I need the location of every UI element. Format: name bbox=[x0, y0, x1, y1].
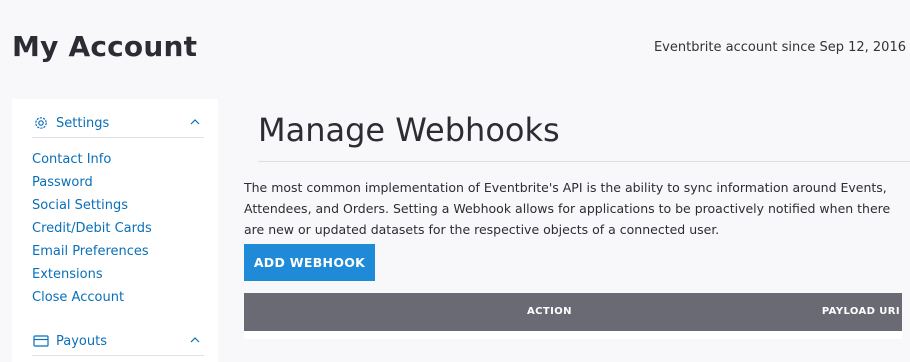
section-title: Manage Webhooks bbox=[258, 111, 560, 149]
gear-icon bbox=[32, 114, 50, 132]
sidebar-item-extensions[interactable]: Extensions bbox=[32, 263, 204, 286]
settings-nav-list: Contact Info Password Social Settings Cr… bbox=[32, 148, 204, 309]
sidebar-section-label: Payouts bbox=[56, 333, 107, 349]
sidebar-item-social-settings[interactable]: Social Settings bbox=[32, 194, 204, 217]
column-header-payload-uri[interactable]: PAYLOAD URI bbox=[822, 306, 900, 317]
webhooks-table-header: ACTION PAYLOAD URI bbox=[244, 293, 902, 331]
sidebar-item-password[interactable]: Password bbox=[32, 171, 204, 194]
add-webhook-button[interactable]: ADD WEBHOOK bbox=[244, 244, 375, 281]
divider bbox=[258, 161, 910, 162]
column-header-action[interactable]: ACTION bbox=[527, 306, 572, 317]
sidebar-item-contact-info[interactable]: Contact Info bbox=[32, 148, 204, 171]
chevron-up-icon[interactable] bbox=[188, 333, 202, 347]
sidebar-item-credit-debit-cards[interactable]: Credit/Debit Cards bbox=[32, 217, 204, 240]
sidebar-item-email-preferences[interactable]: Email Preferences bbox=[32, 240, 204, 263]
account-since-text: Eventbrite account since Sep 12, 2016 bbox=[653, 40, 906, 55]
chevron-up-icon[interactable] bbox=[188, 115, 202, 129]
sidebar-section-settings[interactable]: Settings bbox=[32, 109, 204, 138]
webhooks-description: The most common implementation of Eventb… bbox=[244, 180, 891, 237]
main-content: Manage Webhooks The most common implemen… bbox=[218, 99, 910, 362]
sidebar-item-close-account[interactable]: Close Account bbox=[32, 286, 204, 309]
sidebar-section-label: Settings bbox=[56, 115, 110, 131]
webhooks-table-body bbox=[244, 331, 902, 339]
card-icon bbox=[32, 332, 50, 350]
sidebar: Settings Contact Info Password Social Se… bbox=[12, 99, 218, 362]
page-header: My Account Eventbrite account since Sep … bbox=[0, 0, 910, 90]
sidebar-section-payouts[interactable]: Payouts bbox=[32, 327, 204, 356]
page-title: My Account bbox=[12, 30, 198, 63]
